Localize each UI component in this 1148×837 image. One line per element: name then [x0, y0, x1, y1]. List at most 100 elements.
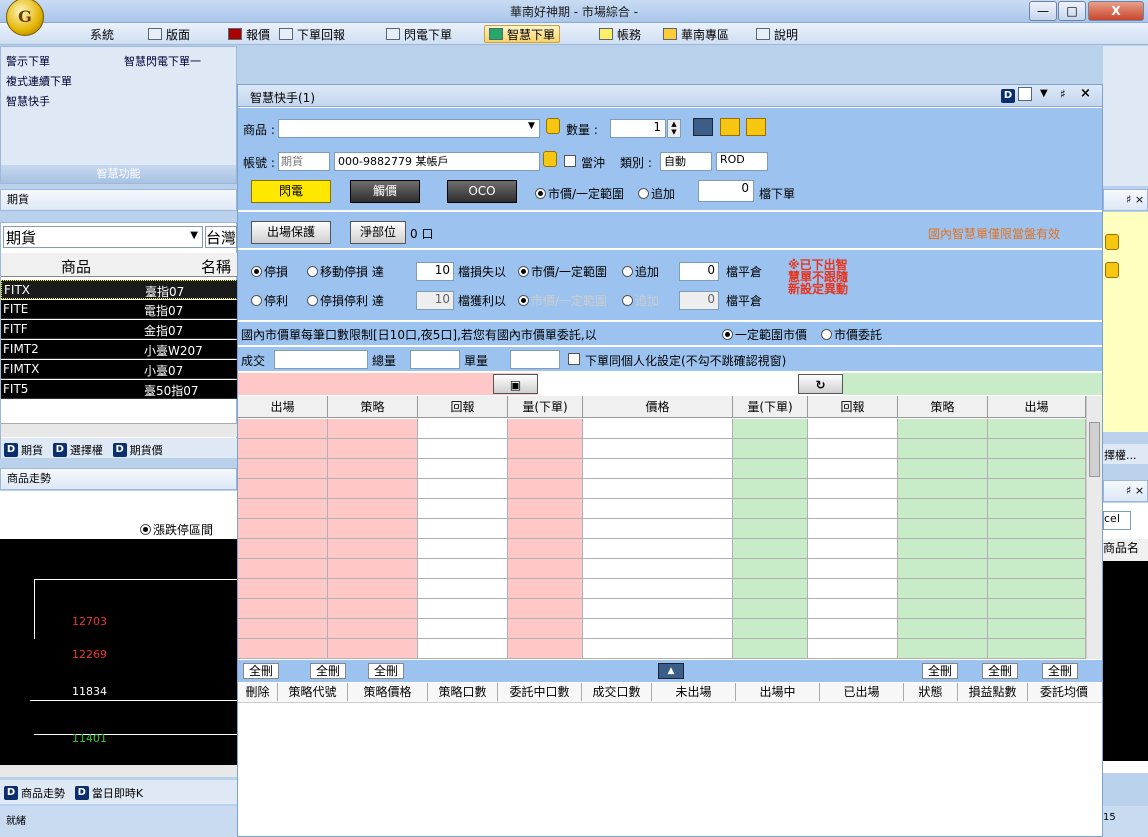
account-type-select[interactable]: 期貨 [278, 152, 330, 171]
wrench-icon[interactable] [720, 118, 740, 136]
ladder-cell[interactable] [583, 459, 733, 479]
add-radio[interactable]: 追加 [638, 185, 675, 202]
minimize-button[interactable]: — [1029, 1, 1057, 21]
ladder-cell[interactable] [238, 539, 328, 559]
r1-add-radio[interactable]: 追加 [622, 263, 659, 280]
ladder-cell[interactable] [808, 599, 898, 619]
search-icon[interactable] [746, 118, 766, 136]
ladder-cell[interactable] [238, 419, 328, 439]
ladder-cell[interactable] [328, 419, 418, 439]
ladder-cell[interactable] [238, 479, 328, 499]
ladder-cell[interactable] [328, 559, 418, 579]
take-profit-ticks[interactable]: 10 [416, 291, 454, 310]
ladder-cell[interactable] [418, 499, 508, 519]
lock-icon[interactable]: ▣ [493, 374, 538, 394]
ladder-cell[interactable] [988, 479, 1086, 499]
ladder-cell[interactable] [988, 499, 1086, 519]
ladder-cell[interactable] [418, 539, 508, 559]
ladder-cell[interactable] [988, 579, 1086, 599]
ladder-cell[interactable] [238, 579, 328, 599]
type-select[interactable]: 自動 [660, 152, 712, 171]
account-select[interactable]: 000-9882779 某帳戶 [334, 152, 540, 171]
ladder-cell[interactable] [988, 419, 1086, 439]
limit-market-radio[interactable]: 市價委託 [821, 326, 882, 343]
ladder-cell[interactable] [988, 459, 1086, 479]
ticks-input[interactable]: 0 [698, 180, 754, 202]
table-row[interactable]: FITX 臺指07 [1, 280, 238, 299]
ladder-cell[interactable] [328, 459, 418, 479]
ladder-cell[interactable] [808, 559, 898, 579]
maximize-button[interactable]: □ [1058, 1, 1086, 21]
tab-futures-price[interactable]: D 期貨價 [112, 442, 163, 458]
tab-intraday-k[interactable]: D 當日即時K [74, 785, 143, 801]
ladder-cell[interactable] [328, 599, 418, 619]
ladder-cell[interactable] [508, 539, 583, 559]
product-input[interactable] [278, 119, 540, 138]
r2-add-radio[interactable]: 追加 [622, 292, 659, 309]
ladder-cell[interactable] [988, 439, 1086, 459]
ladder-cell[interactable] [733, 499, 808, 519]
link-alert-order[interactable]: 警示下單 [6, 53, 50, 69]
ladder-cell[interactable] [988, 619, 1086, 639]
ladder-cell[interactable] [508, 419, 583, 439]
ladder-cell[interactable] [733, 539, 808, 559]
ladder-cell[interactable] [508, 519, 583, 539]
ladder-cell[interactable] [238, 459, 328, 479]
table-row[interactable]: FITE 電指07 [1, 300, 238, 319]
ladder-cell[interactable] [583, 479, 733, 499]
ladder-cell[interactable] [988, 639, 1086, 659]
ladder-cell[interactable] [328, 619, 418, 639]
ladder-cell[interactable] [898, 579, 988, 599]
ladder-cell[interactable] [508, 639, 583, 659]
r1-market-radio[interactable]: 市價/一定範圍 [518, 263, 607, 280]
delete-all-button[interactable]: 全刪 [310, 663, 346, 679]
ladder-cell[interactable] [733, 559, 808, 579]
futures-select[interactable]: 期貨 ▼ [3, 226, 203, 248]
ladder-cell[interactable] [508, 479, 583, 499]
ladder-cell[interactable] [808, 619, 898, 639]
ladder-cell[interactable] [508, 599, 583, 619]
ladder-cell[interactable] [898, 439, 988, 459]
menu-smart-order[interactable]: 智慧下單 [484, 25, 561, 43]
rod-select[interactable]: ROD [716, 152, 768, 171]
exit-protect-button[interactable]: 出場保護 [251, 221, 331, 244]
ladder-cell[interactable] [328, 519, 418, 539]
lock-icon[interactable] [543, 151, 557, 167]
ladder-cell[interactable] [898, 599, 988, 619]
ladder-cell[interactable] [898, 479, 988, 499]
ladder-cell[interactable] [808, 459, 898, 479]
trailing-stop-radio[interactable]: 移動停損 達 [307, 263, 384, 280]
ladder-cell[interactable] [328, 639, 418, 659]
ladder-cell[interactable] [988, 559, 1086, 579]
ladder-cell[interactable] [808, 499, 898, 519]
take-profit-radio[interactable]: 停利 [251, 292, 288, 309]
ladder-cell[interactable] [808, 479, 898, 499]
ladder-cell[interactable] [418, 519, 508, 539]
close-icon[interactable]: × [1080, 86, 1091, 101]
menu-flash-order[interactable]: 閃電下單 [386, 26, 452, 42]
h-scrollbar[interactable] [1, 423, 238, 437]
menu-help[interactable]: 說明 [756, 26, 798, 42]
ladder-cell[interactable] [583, 499, 733, 519]
link-smart-quick[interactable]: 智慧快手 [6, 93, 50, 109]
collapse-icon[interactable]: ▲ [658, 663, 684, 679]
ladder-cell[interactable] [898, 459, 988, 479]
tab-trend[interactable]: D 商品走勢 [4, 785, 65, 801]
close-button[interactable]: X [1088, 1, 1144, 21]
ladder-cell[interactable] [418, 559, 508, 579]
ladder-cell[interactable] [808, 539, 898, 559]
table-row[interactable]: FITF 金指07 [1, 320, 238, 339]
ladder-cell[interactable] [508, 579, 583, 599]
menu-quote[interactable]: 報價 [228, 26, 270, 42]
ladder-cell[interactable] [733, 519, 808, 539]
ladder-cell[interactable] [733, 459, 808, 479]
ladder-cell[interactable] [508, 439, 583, 459]
ladder-cell[interactable] [733, 599, 808, 619]
table-row[interactable]: FIT5 臺50指07 [1, 380, 238, 399]
ladder-cell[interactable] [238, 439, 328, 459]
ladder-cell[interactable] [583, 599, 733, 619]
market-select[interactable]: 台灣 [205, 226, 237, 248]
ladder-cell[interactable] [583, 519, 733, 539]
ladder-cell[interactable] [898, 559, 988, 579]
ladder-cell[interactable] [583, 439, 733, 459]
